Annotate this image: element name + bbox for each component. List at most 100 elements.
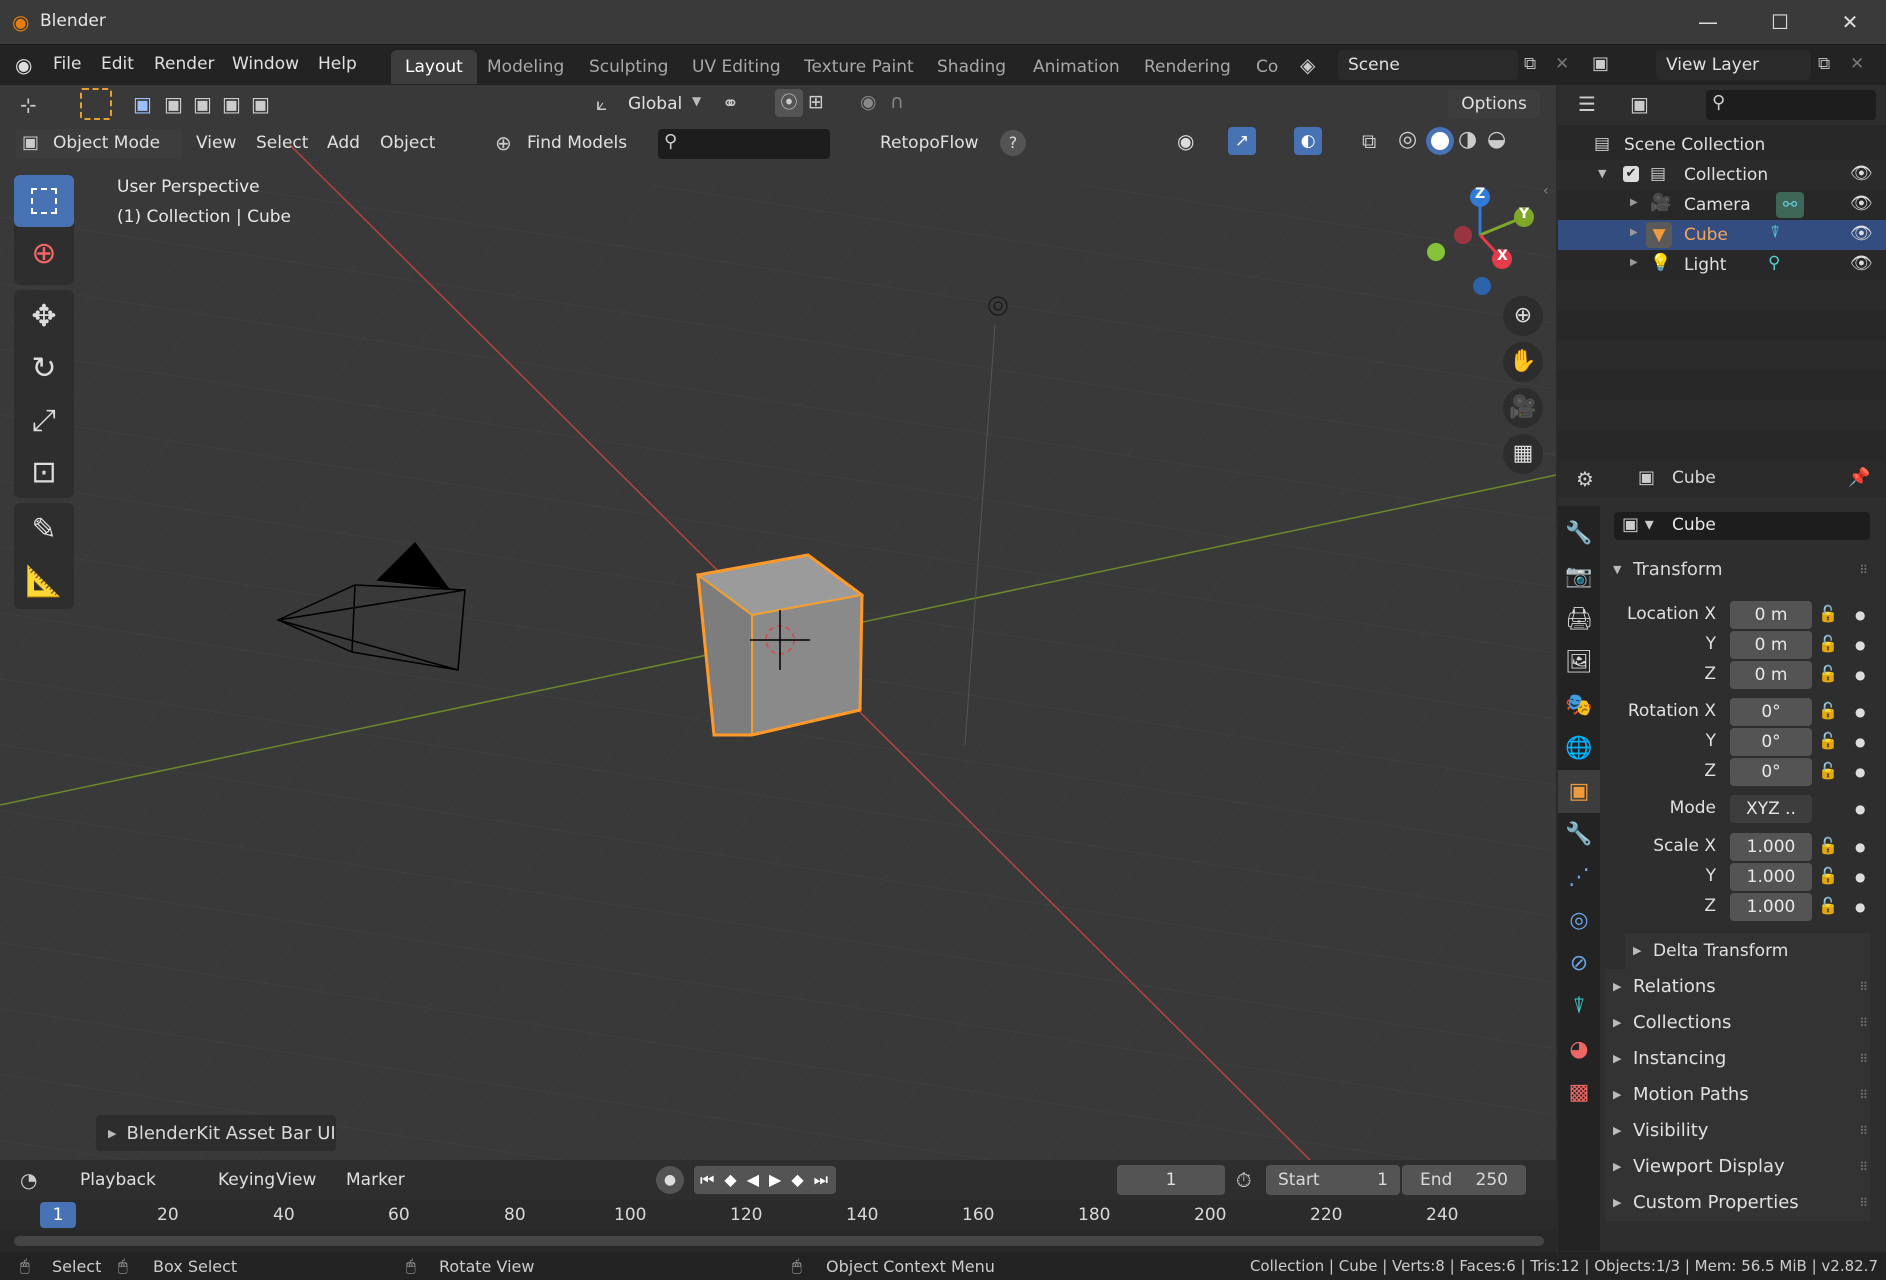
playback-controls[interactable]: ⏮◆◀▶◆⏭	[694, 1166, 836, 1194]
menu-file[interactable]: File	[53, 54, 81, 74]
keyframe-dot-icon[interactable]: ●	[1855, 668, 1865, 682]
expand-arrow-icon[interactable]: ▶	[1630, 197, 1638, 208]
motion-paths-panel[interactable]: ▶ Motion Paths ⠿	[1605, 1077, 1870, 1113]
outliner-search-input[interactable]	[1706, 90, 1876, 120]
material-shading-icon[interactable]: ◑	[1458, 127, 1477, 152]
delete-view-layer-icon[interactable]: ✕	[1850, 54, 1864, 74]
select-extend-icon[interactable]: ▣	[164, 92, 183, 116]
timeline-view-menu[interactable]: View	[276, 1170, 316, 1190]
tool-select-box[interactable]	[14, 175, 74, 227]
object-data-icon[interactable]: ▣ ▾	[1622, 514, 1654, 535]
keyframe-dot-icon[interactable]: ●	[1855, 840, 1865, 854]
find-models-dropdown[interactable]: Find Models	[527, 133, 627, 153]
rotation-y-field[interactable]: 0°	[1730, 728, 1812, 756]
maximize-button[interactable]: ☐	[1744, 0, 1816, 45]
eye-icon[interactable]: 👁	[1850, 223, 1873, 244]
camera-view-icon[interactable]: 🎥	[1503, 388, 1543, 428]
record-icon[interactable]: ●	[656, 1166, 684, 1194]
zoom-icon[interactable]: ⊕	[1503, 296, 1543, 336]
snap-target-icon[interactable]: ⊞	[808, 91, 824, 113]
keyframe-dot-icon[interactable]: ●	[1855, 705, 1865, 719]
outliner-row-collection[interactable]: ▼ ✔ ▤ Collection 👁	[1558, 160, 1886, 190]
select-mode-icon[interactable]	[80, 88, 112, 120]
delete-scene-icon[interactable]: ✕	[1555, 54, 1569, 74]
texture-tab-icon[interactable]: ▩	[1558, 1071, 1600, 1114]
output-tab-icon[interactable]: 🖨	[1558, 598, 1600, 641]
pin-icon[interactable]: 📌	[1848, 467, 1870, 488]
location-x-field[interactable]: 0 m	[1730, 601, 1812, 629]
end-frame-field[interactable]: End 250	[1402, 1165, 1526, 1195]
blender-menu-icon[interactable]: ◉	[15, 53, 32, 77]
visibility-eye-icon[interactable]: ◉	[1177, 129, 1194, 153]
keyframe-dot-icon[interactable]: ●	[1855, 608, 1865, 622]
start-frame-field[interactable]: Start 1	[1266, 1165, 1400, 1195]
menu-view[interactable]: View	[196, 133, 236, 153]
rendered-shading-icon[interactable]: ◒	[1487, 127, 1506, 152]
gizmo-toggle-icon[interactable]: ↗	[1228, 127, 1256, 155]
rotation-mode-dropdown[interactable]: XYZ ..	[1730, 795, 1812, 823]
new-view-layer-icon[interactable]: ⧉	[1818, 54, 1830, 74]
eye-icon[interactable]: 👁	[1850, 193, 1873, 214]
menu-window[interactable]: Window	[232, 54, 299, 74]
location-y-field[interactable]: 0 m	[1730, 631, 1812, 659]
tool-cursor[interactable]: ⊕	[14, 227, 74, 279]
tool-move[interactable]: ✥	[14, 290, 74, 342]
menu-object[interactable]: Object	[380, 133, 435, 153]
eye-icon[interactable]: 👁	[1850, 163, 1873, 184]
blenderkit-search-input[interactable]	[658, 129, 830, 159]
tab-rendering[interactable]: Rendering	[1130, 50, 1245, 84]
lock-icon[interactable]: 🔓	[1818, 761, 1838, 780]
tab-layout[interactable]: Layout	[391, 50, 477, 84]
custom-properties-panel[interactable]: ▶ Custom Properties ⠿	[1605, 1185, 1870, 1221]
scale-x-field[interactable]: 1.000	[1730, 833, 1812, 861]
keyframe-dot-icon[interactable]: ●	[1855, 870, 1865, 884]
ortho-grid-icon[interactable]: ▦	[1503, 434, 1543, 474]
scale-y-field[interactable]: 1.000	[1730, 863, 1812, 891]
tab-modeling[interactable]: Modeling	[473, 50, 578, 84]
lock-icon[interactable]: 🔓	[1818, 664, 1838, 683]
view-layer-field[interactable]: View Layer	[1656, 50, 1811, 80]
sidebar-toggle-icon[interactable]: ‹	[1543, 183, 1549, 199]
menu-help[interactable]: Help	[318, 54, 357, 74]
current-frame-field[interactable]: 1	[1117, 1165, 1225, 1195]
lock-icon[interactable]: 🔓	[1818, 896, 1838, 915]
xray-toggle-icon[interactable]: ⧉	[1362, 129, 1376, 153]
camera-data-icon[interactable]: ⚯	[1776, 192, 1804, 218]
new-scene-icon[interactable]: ⧉	[1524, 54, 1536, 74]
outliner-row-cube[interactable]: ▶ ▼ Cube ⍒ 👁	[1558, 220, 1886, 250]
drag-grip-icon[interactable]: ⠿	[1859, 1005, 1868, 1041]
collections-panel[interactable]: ▶ Collections ⠿	[1605, 1005, 1870, 1041]
retopoflow-dropdown[interactable]: RetopoFlow	[880, 133, 979, 153]
editor-type-icon[interactable]: ⊹	[20, 93, 37, 117]
rotation-x-field[interactable]: 0°	[1730, 698, 1812, 726]
mesh-data-icon[interactable]: ⍒	[1770, 223, 1780, 243]
expand-arrow-icon[interactable]: ▶	[1630, 227, 1638, 238]
visibility-panel[interactable]: ▶ Visibility ⠿	[1605, 1113, 1870, 1149]
tool-annotate[interactable]: ✎	[14, 503, 74, 555]
tool-measure[interactable]: 📐	[14, 555, 74, 607]
particles-tab-icon[interactable]: ⋰	[1558, 856, 1600, 899]
lock-icon[interactable]: 🔓	[1818, 866, 1838, 885]
light-data-icon[interactable]: ⚲	[1768, 253, 1780, 273]
relations-panel[interactable]: ▶ Relations ⠿	[1605, 969, 1870, 1005]
playback-menu[interactable]: Playback	[80, 1170, 156, 1190]
instancing-panel[interactable]: ▶ Instancing ⠿	[1605, 1041, 1870, 1077]
data-tab-icon[interactable]: ⍒	[1558, 985, 1600, 1028]
playhead[interactable]: 1	[40, 1202, 76, 1228]
display-mode-icon[interactable]: ▣	[1630, 92, 1649, 116]
tab-uv-editing[interactable]: UV Editing	[678, 50, 795, 84]
tab-compositing[interactable]: Co	[1242, 50, 1278, 84]
physics-tab-icon[interactable]: ◎	[1558, 899, 1600, 942]
tool-rotate[interactable]: ↻	[14, 342, 74, 394]
lock-icon[interactable]: 🔓	[1818, 634, 1838, 653]
snap-toggle-icon[interactable]: ⦿	[775, 89, 803, 117]
viewport-3d[interactable]: ⊹ ▣ ▣ ▣ ▣ ▣ ⟀ Global ▼ ⚭ ⦿ ⊞ ◉ ∩ Options…	[0, 85, 1556, 1160]
keying-menu[interactable]: Keying	[218, 1170, 275, 1190]
outliner-editor-icon[interactable]: ☰	[1578, 92, 1596, 116]
keyframe-dot-icon[interactable]: ●	[1855, 765, 1865, 779]
rotation-z-field[interactable]: 0°	[1730, 758, 1812, 786]
drag-grip-icon[interactable]: ⠿	[1859, 1041, 1868, 1077]
outliner-row-light[interactable]: ▶ 💡 Light ⚲ 👁	[1558, 250, 1886, 280]
tool-transform[interactable]: ⊡	[14, 446, 74, 498]
drag-grip-icon[interactable]: ⠿	[1859, 552, 1868, 588]
